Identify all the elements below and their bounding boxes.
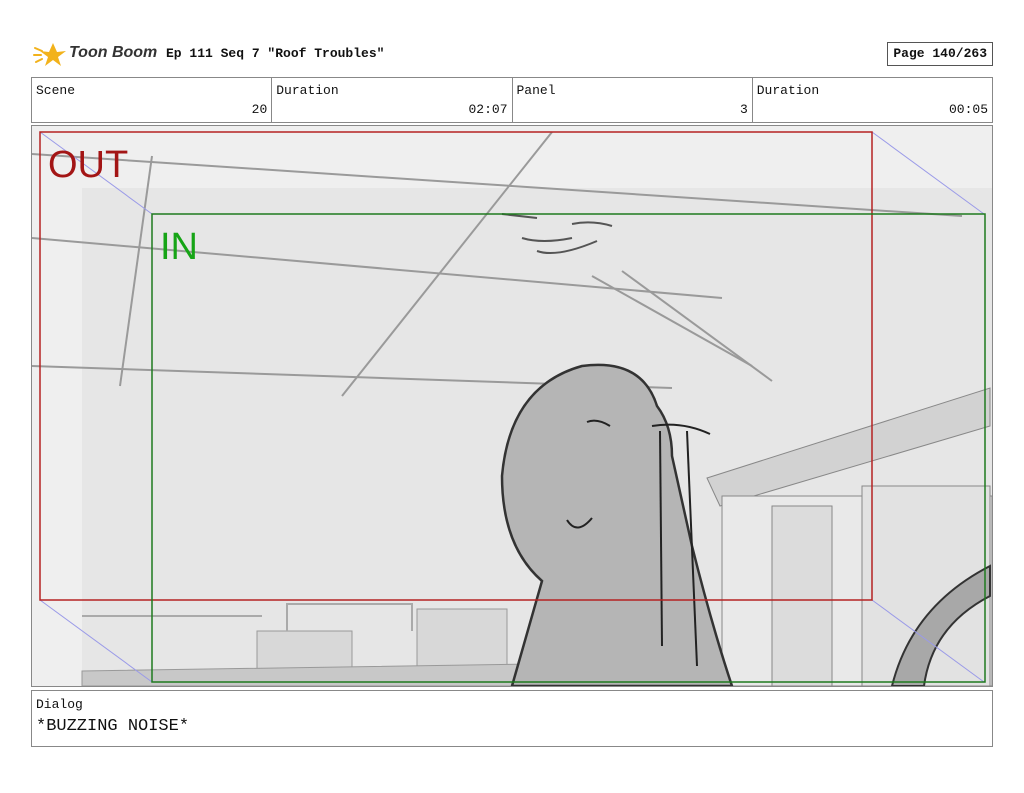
panel-value: 3: [739, 102, 748, 117]
scene-label: Scene: [36, 83, 76, 98]
brand-name: Toon Boom: [69, 44, 158, 61]
panel-duration-label: Duration: [756, 83, 820, 98]
panel-sketch: [32, 126, 992, 686]
storyboard-panel: OUT IN: [31, 125, 993, 687]
panel-duration-value: 00:05: [948, 102, 988, 117]
episode-title: Ep 111 Seq 7 "Roof Troubles": [166, 46, 385, 61]
in-frame-label: IN: [160, 226, 198, 268]
toon-boom-logo: Toon Boom: [33, 39, 163, 69]
dialog-label: Dialog: [36, 697, 83, 712]
scene-duration-value: 02:07: [468, 102, 508, 117]
dialog-text: *BUZZING NOISE*: [36, 717, 190, 736]
panel-meta-row: Scene 20 Duration 02:07 Panel 3 Duration…: [31, 77, 993, 123]
panel-duration-cell: Duration 00:05: [753, 78, 992, 122]
out-frame-label: OUT: [48, 144, 129, 186]
panel-label: Panel: [516, 83, 556, 98]
scene-duration-cell: Duration 02:07: [272, 78, 513, 122]
scene-value: 20: [251, 102, 268, 117]
dialog-box: Dialog *BUZZING NOISE*: [31, 690, 993, 747]
scene-cell: Scene 20: [32, 78, 273, 122]
scene-duration-label: Duration: [276, 83, 339, 98]
starburst-icon: [33, 43, 66, 66]
page-header: Toon Boom Ep 111 Seq 7 "Roof Troubles" P…: [31, 37, 993, 70]
page-counter: Page 140/263: [887, 42, 993, 66]
panel-cell: Panel 3: [513, 78, 753, 122]
